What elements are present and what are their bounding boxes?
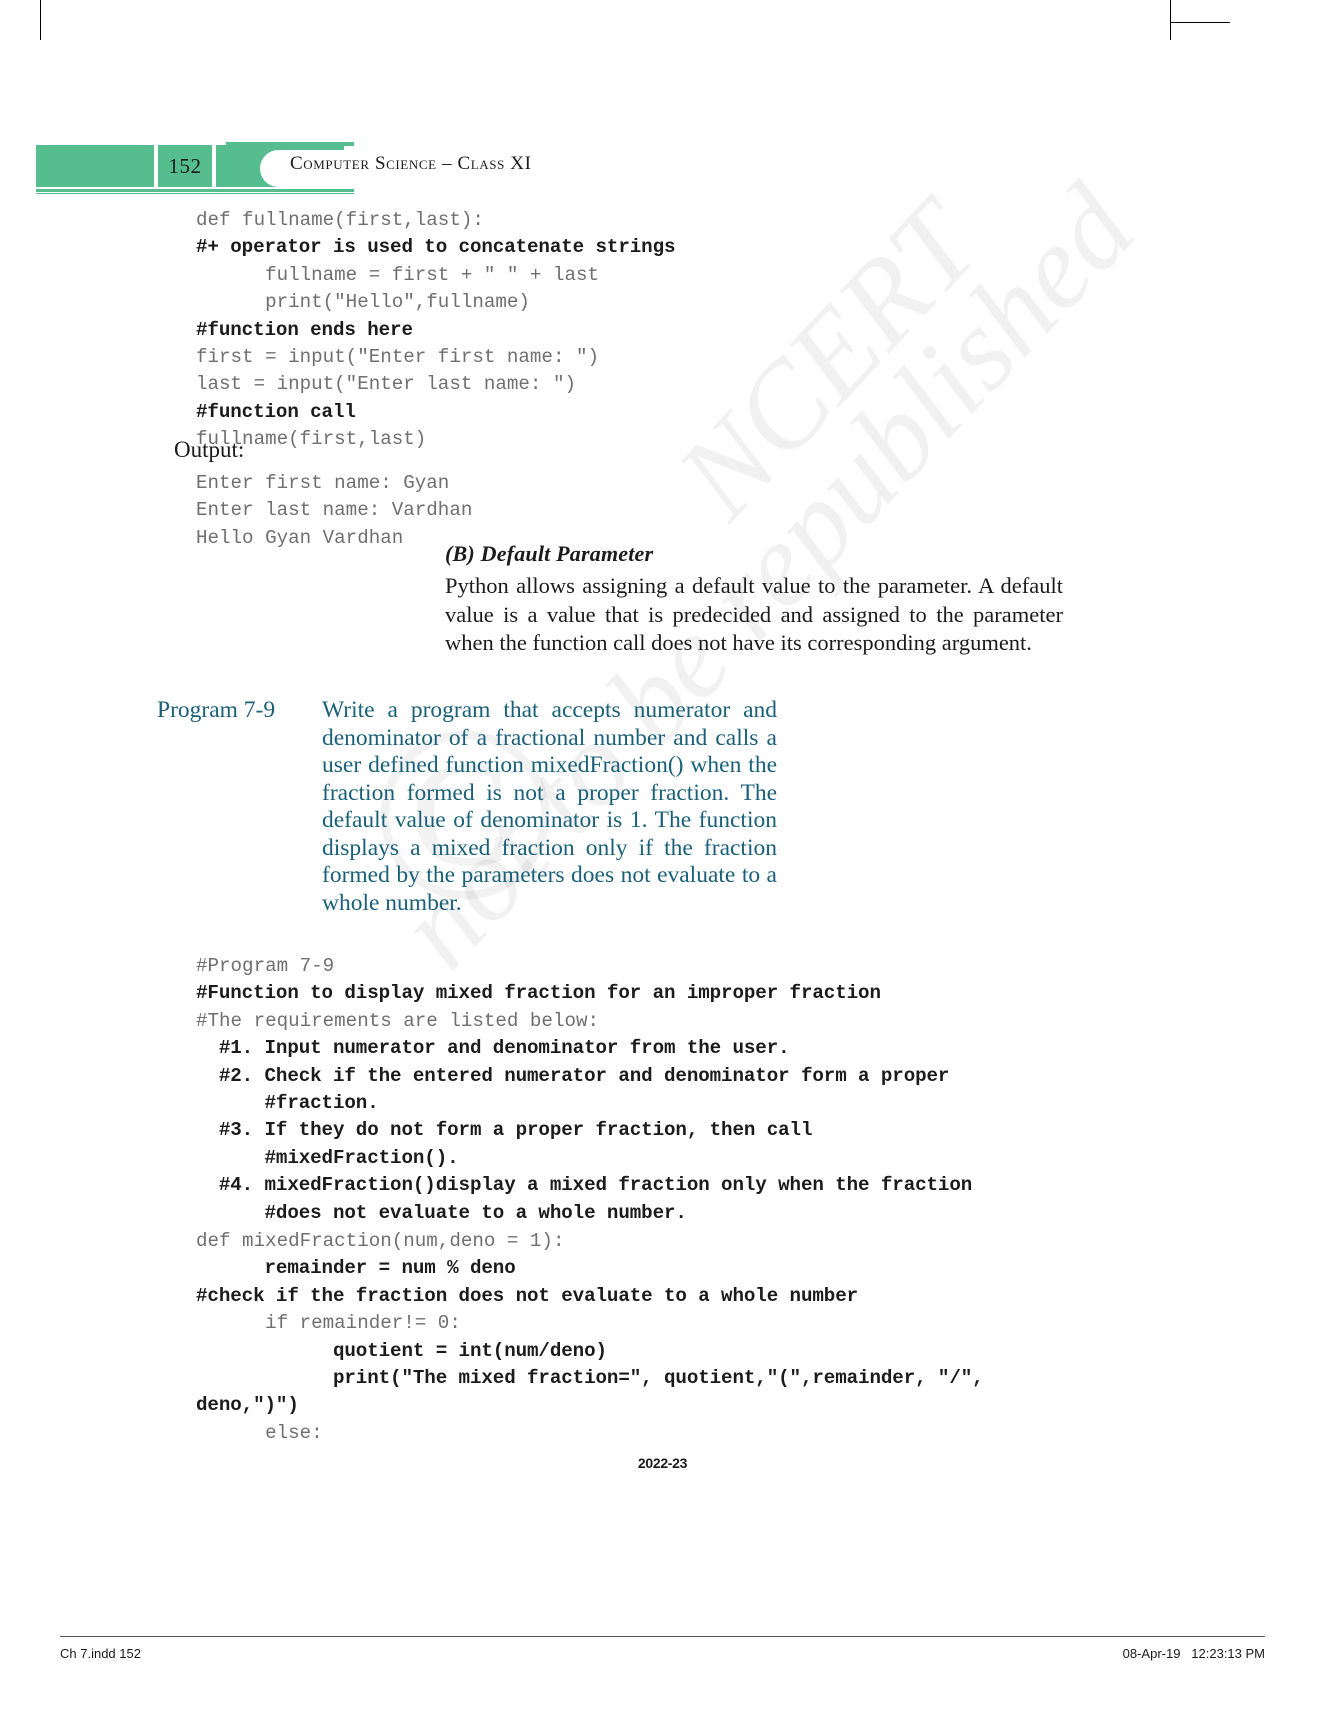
watermark-line-1: NCERT [651,178,1004,543]
code-line: fullname = first + " " + last [196,263,600,286]
header-rule [36,189,354,192]
page-number-block: 152 [158,145,212,187]
section-heading: (B) Default Parameter [445,541,654,566]
crop-mark-top-left [40,0,41,40]
code-line: #does not evaluate to a whole number. [196,1201,687,1224]
code-line: quotient = int(num/deno) [196,1339,607,1362]
code-line: #1. Input numerator and denominator from… [196,1037,790,1060]
code-line: #mixedFraction(). [196,1146,459,1169]
header-block-left [36,145,154,187]
section-body: Python allows assigning a default value … [445,573,1063,655]
header-title: Computer Science – Class XI [290,153,532,174]
code-line: #+ operator is used to concatenate strin… [196,236,676,259]
code-line: Hello Gyan Vardhan [196,526,404,549]
code-block-mixed-fraction: def mixedFraction(num,deno = 1): remaind… [196,1228,984,1447]
footer-file-name: Ch 7.indd 152 [60,1646,141,1661]
code-line: Enter last name: Vardhan [196,499,473,522]
code-line: #Function to display mixed fraction for … [196,982,881,1005]
code-line: remainder = num % deno [196,1257,516,1280]
code-line: #function ends here [196,318,413,341]
code-line: #check if the fraction does not evaluate… [196,1284,859,1307]
program-callout: Program 7-9 Write a program that accepts… [157,697,777,917]
footer-year: 2022-23 [637,1455,688,1471]
code-line: #Program 7-9 [196,955,335,977]
code-block-output: Enter first name: Gyan Enter last name: … [196,470,472,552]
code-block-requirements: #Program 7-9 #Function to display mixed … [196,953,972,1227]
code-line: #function call [196,400,356,423]
code-line: Enter first name: Gyan [196,472,450,494]
code-line: def fullname(first,last): [196,209,484,231]
code-line: deno,")") [196,1394,299,1417]
code-line: print("The mixed fraction=", quotient,"(… [196,1367,984,1390]
textbook-page: © NCERT not to be republished 152 Comput… [0,0,1325,1723]
header-rule-thin [36,193,354,194]
output-label: Output: [174,437,245,462]
code-line: last = input("Enter last name: ") [196,373,576,396]
code-line: #2. Check if the entered numerator and d… [196,1064,950,1087]
crop-mark-top-right [1170,0,1171,40]
code-block-full-name: def fullname(first,last): #+ operator is… [196,207,676,454]
crop-mark-top-right-h [1170,22,1230,23]
code-line: else: [196,1421,323,1444]
section-default-parameter: (B) Default Parameter Python allows assi… [445,541,1063,658]
program-description: Write a program that accepts numerator a… [322,697,777,916]
code-line: #4. mixedFraction()display a mixed fract… [196,1174,973,1197]
code-line: #3. If they do not form a proper fractio… [196,1119,813,1142]
code-line: def mixedFraction(num,deno = 1): [196,1230,565,1252]
footer-divider [60,1636,1265,1637]
code-line: #fraction. [196,1092,379,1115]
code-line: first = input("Enter first name: ") [196,346,600,369]
program-label: Program 7-9 [157,697,276,723]
code-line: if remainder!= 0: [196,1312,461,1335]
code-line: #The requirements are listed below: [196,1009,600,1032]
code-line: print("Hello",fullname) [196,291,530,314]
footer-timestamp: 08-Apr-19 12:23:13 PM [1122,1646,1265,1661]
page-number: 152 [168,153,202,178]
